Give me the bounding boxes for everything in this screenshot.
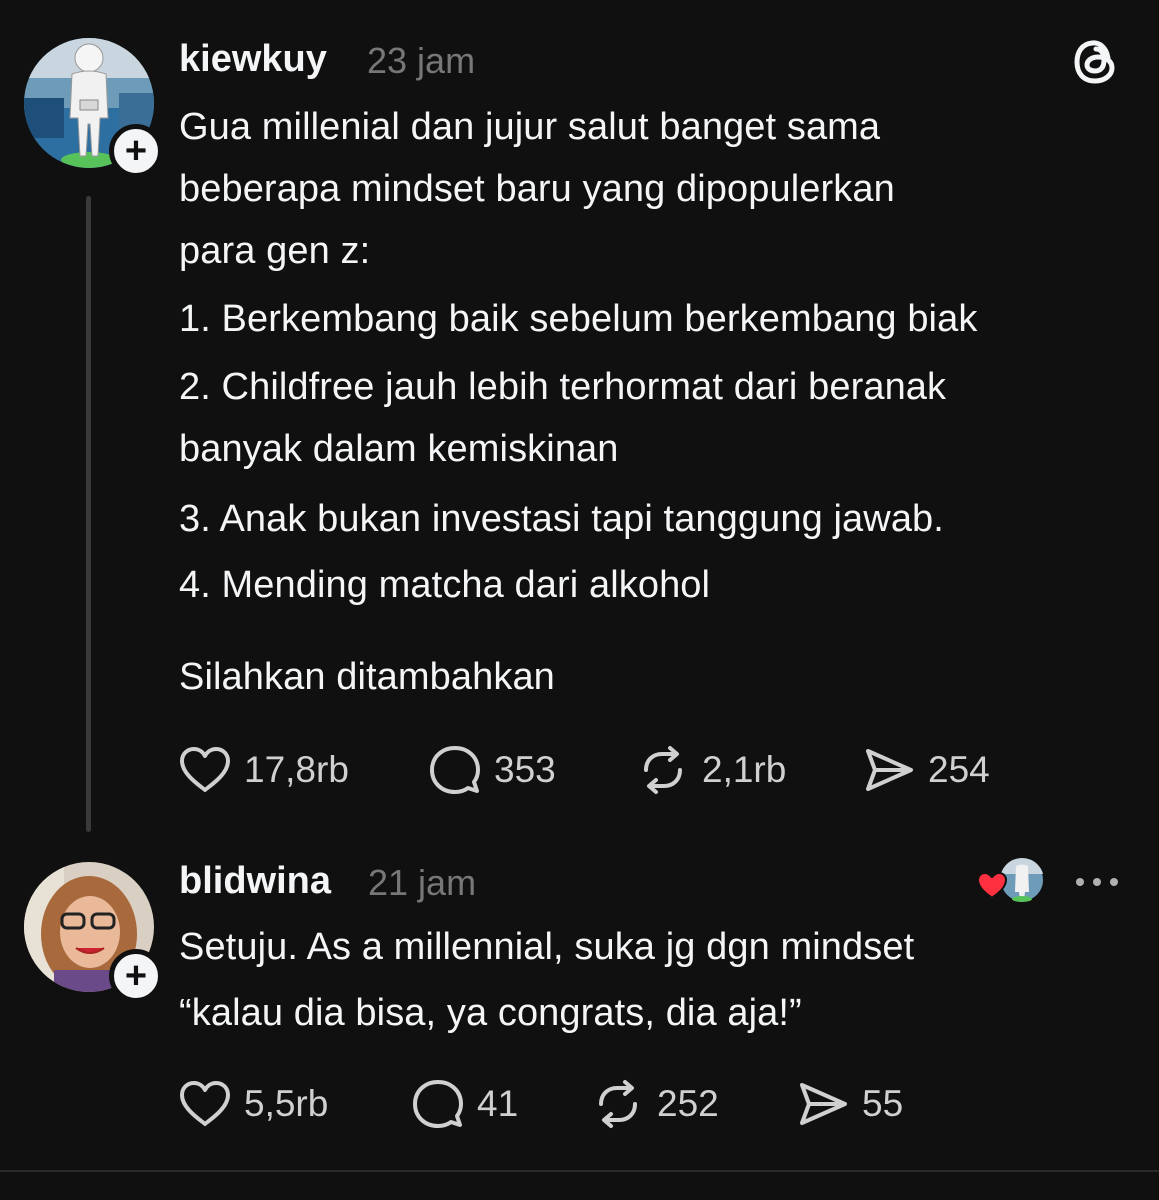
share-button[interactable]: 55	[796, 1076, 903, 1132]
reply-button[interactable]: 41	[411, 1076, 518, 1132]
speech-bubble-icon	[413, 1080, 463, 1128]
reply-count: 41	[477, 1083, 519, 1124]
post-blidwina: + blidwina 21 jam Setuju. As a millennia…	[0, 0, 1159, 1170]
post-text-line: “kalau dia bisa, ya congrats, dia aja!”	[179, 992, 802, 1034]
like-button[interactable]: 5,5rb	[178, 1076, 328, 1132]
timestamp: 21 jam	[368, 862, 477, 903]
heart-icon	[180, 1081, 230, 1126]
like-count: 5,5rb	[244, 1083, 329, 1124]
divider	[0, 1170, 1159, 1172]
more-dots-icon[interactable]	[1072, 872, 1122, 892]
repost-icon	[599, 1080, 637, 1128]
heart-filled-icon	[976, 871, 1008, 900]
share-count: 55	[862, 1083, 904, 1124]
username[interactable]: blidwina	[179, 860, 331, 903]
repost-count: 252	[657, 1083, 719, 1124]
liked-by-author-indicator	[974, 856, 1048, 906]
follow-plus-button[interactable]: +	[109, 949, 163, 1003]
repost-button[interactable]: 252	[591, 1076, 719, 1132]
post-text-line: Setuju. As a millennial, suka jg dgn min…	[179, 926, 915, 968]
send-icon	[800, 1083, 847, 1125]
